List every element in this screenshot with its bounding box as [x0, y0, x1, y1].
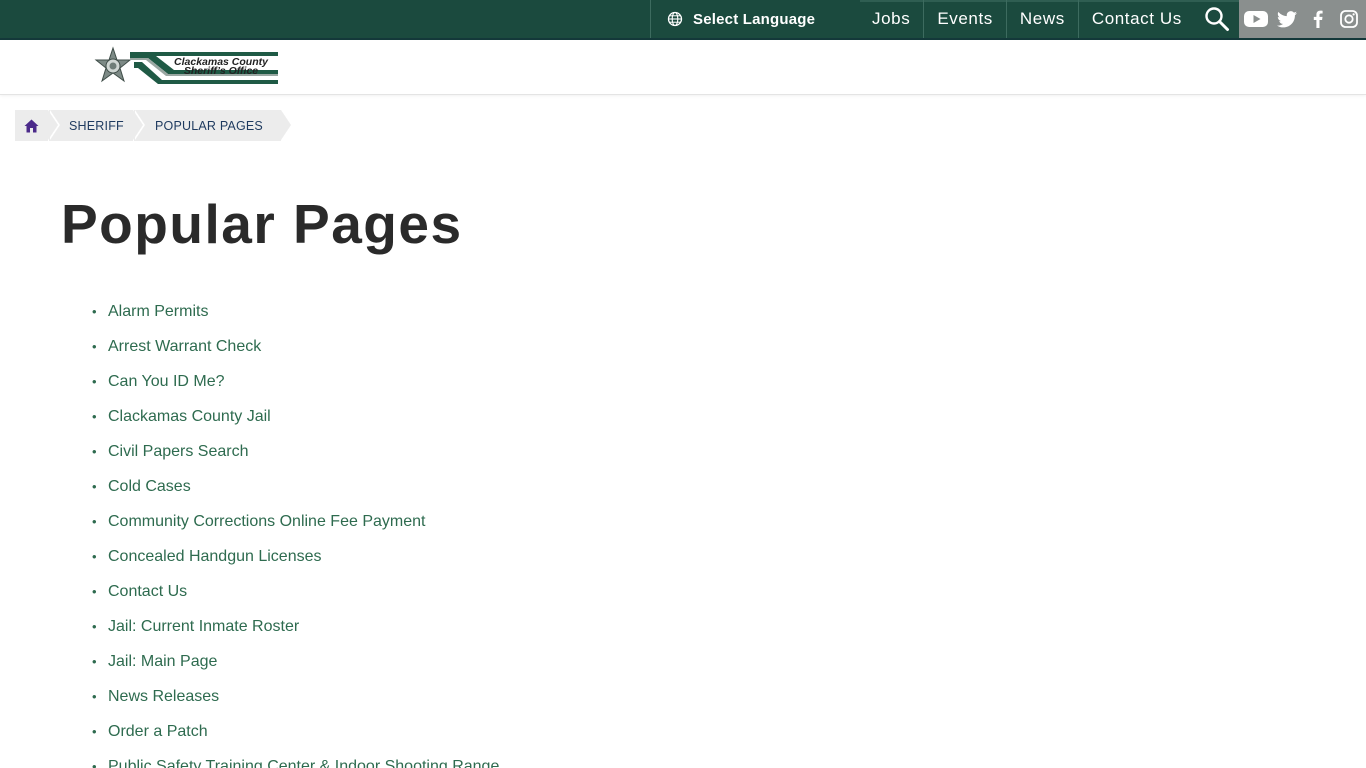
facebook-icon[interactable] — [1304, 5, 1332, 33]
list-item: Alarm Permits — [92, 294, 499, 329]
link-contact-us[interactable]: Contact Us — [108, 583, 187, 600]
search-icon — [1205, 7, 1229, 31]
nav-contact-us[interactable]: Contact Us — [1077, 0, 1195, 38]
breadcrumb-popular-pages: POPULAR PAGES — [134, 110, 293, 141]
link-alarm-permits[interactable]: Alarm Permits — [108, 303, 208, 320]
globe-icon — [667, 11, 683, 27]
top-nav: Jobs Events News Contact Us — [860, 0, 1195, 38]
language-selector[interactable]: Select Language — [650, 0, 860, 38]
sheriff-logo[interactable]: Clackamas County Sheriff’s Office — [82, 46, 280, 90]
instagram-icon[interactable] — [1335, 5, 1363, 33]
language-label: Select Language — [693, 10, 816, 28]
list-item: Clackamas County Jail — [92, 399, 499, 434]
list-item: Can You ID Me? — [92, 364, 499, 399]
site-header: Clackamas County Sheriff’s Office — [0, 40, 1366, 95]
search-button[interactable] — [1196, 0, 1238, 38]
link-order-a-patch[interactable]: Order a Patch — [108, 723, 208, 740]
link-jail-current-inmate-roster[interactable]: Jail: Current Inmate Roster — [108, 618, 299, 635]
link-concealed-handgun-licenses[interactable]: Concealed Handgun Licenses — [108, 548, 321, 565]
logo-text: Clackamas County Sheriff’s Office — [162, 57, 280, 77]
list-item: Jail: Main Page — [92, 644, 499, 679]
list-item: Order a Patch — [92, 714, 499, 749]
nav-events[interactable]: Events — [923, 0, 1006, 38]
list-item: News Releases — [92, 679, 499, 714]
youtube-icon[interactable] — [1242, 5, 1270, 33]
link-clackamas-county-jail[interactable]: Clackamas County Jail — [108, 408, 271, 425]
link-civil-papers-search[interactable]: Civil Papers Search — [108, 443, 249, 460]
link-can-you-id-me[interactable]: Can You ID Me? — [108, 373, 225, 390]
list-item: Community Corrections Online Fee Payment — [92, 504, 499, 539]
list-item: Contact Us — [92, 574, 499, 609]
link-community-corrections-fee-payment[interactable]: Community Corrections Online Fee Payment — [108, 513, 425, 530]
nav-news[interactable]: News — [1005, 0, 1078, 38]
link-news-releases[interactable]: News Releases — [108, 688, 219, 705]
home-icon — [24, 119, 39, 132]
link-cold-cases[interactable]: Cold Cases — [108, 478, 191, 495]
list-item: Concealed Handgun Licenses — [92, 539, 499, 574]
page-title: Popular Pages — [61, 193, 463, 255]
list-item: Jail: Current Inmate Roster — [92, 609, 499, 644]
twitter-icon[interactable] — [1273, 5, 1301, 33]
logo-line2: Sheriff’s Office — [183, 65, 259, 77]
breadcrumb-home[interactable] — [15, 110, 60, 141]
list-item: Civil Papers Search — [92, 434, 499, 469]
link-public-safety-training-center[interactable]: Public Safety Training Center & Indoor S… — [108, 758, 499, 768]
social-links — [1239, 0, 1366, 38]
popular-pages-list: Alarm Permits Arrest Warrant Check Can Y… — [92, 294, 499, 768]
breadcrumb-sheriff[interactable]: SHERIFF — [49, 110, 145, 141]
link-arrest-warrant-check[interactable]: Arrest Warrant Check — [108, 338, 261, 355]
nav-jobs[interactable]: Jobs — [860, 0, 923, 38]
link-jail-main-page[interactable]: Jail: Main Page — [108, 653, 217, 670]
breadcrumb: SHERIFF POPULAR PAGES — [15, 110, 293, 141]
list-item: Arrest Warrant Check — [92, 329, 499, 364]
list-item: Cold Cases — [92, 469, 499, 504]
list-item: Public Safety Training Center & Indoor S… — [92, 749, 499, 768]
